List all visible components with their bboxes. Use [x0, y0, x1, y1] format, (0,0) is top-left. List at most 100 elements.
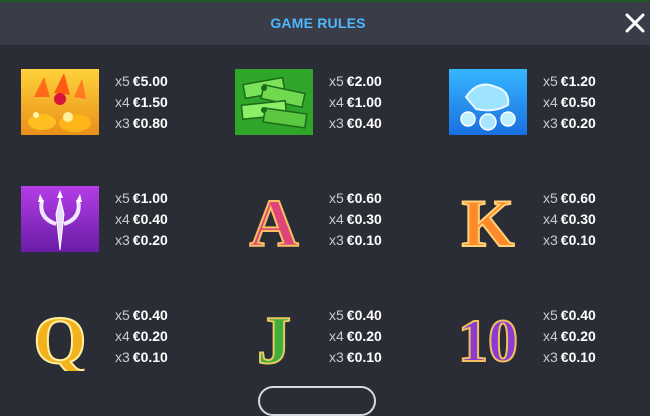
payout-value: €0.20	[132, 328, 168, 344]
payout-row: x4 €0.50	[543, 92, 596, 113]
close-button[interactable]	[622, 10, 648, 36]
payout-list: x5 €1.00 x4 €0.40 x3 €0.20	[115, 188, 168, 251]
letter-k-icon: K	[448, 184, 528, 254]
payout-row: x5 €2.00	[329, 71, 382, 92]
paytable-item-j: J x5 €0.40 x4 €0.20 x3 €0.10	[214, 279, 427, 379]
payout-row: x5 €0.60	[543, 188, 596, 209]
payout-row: x4 €0.30	[543, 209, 596, 230]
payout-row: x3 €0.20	[543, 113, 596, 134]
payout-list: x5 €0.60 x4 €0.30 x3 €0.10	[329, 188, 382, 251]
payout-value: €0.20	[132, 232, 168, 248]
payout-value: €0.40	[346, 115, 382, 131]
payout-value: €2.00	[346, 73, 382, 89]
payout-count: x4	[115, 94, 130, 110]
bottom-button[interactable]	[258, 386, 376, 416]
payout-value: €1.00	[346, 94, 382, 110]
payout-count: x5	[543, 190, 558, 206]
payout-row: x3 €0.10	[329, 347, 382, 368]
payout-count: x3	[115, 349, 130, 365]
payout-count: x3	[329, 349, 344, 365]
payout-count: x4	[115, 211, 130, 227]
symbol-letter: J	[257, 302, 291, 371]
payout-count: x4	[543, 211, 558, 227]
payout-count: x5	[115, 190, 130, 206]
payout-value: €1.50	[132, 94, 168, 110]
paytable-item-treasure: x5 €5.00 x4 €1.50 x3 €0.80	[0, 45, 213, 145]
payout-row: x3 €0.20	[115, 230, 168, 251]
paytable-item-q: Q x5 €0.40 x4 €0.20 x3 €0.10	[0, 279, 213, 379]
payout-row: x4 €0.20	[329, 326, 382, 347]
payout-row: x4 €1.00	[329, 92, 382, 113]
payout-value: €0.60	[560, 190, 596, 206]
paytable-item-ten: 10 x5 €0.40 x4 €0.20 x3 €0.10	[428, 279, 641, 379]
payout-row: x5 €0.40	[543, 305, 596, 326]
payout-value: €1.00	[132, 190, 168, 206]
cash-stack-icon	[234, 67, 314, 137]
payout-count: x3	[329, 232, 344, 248]
payout-count: x4	[115, 328, 130, 344]
payout-count: x5	[329, 73, 344, 89]
payout-list: x5 €0.40 x4 €0.20 x3 €0.10	[543, 305, 596, 368]
payout-value: €0.10	[346, 349, 382, 365]
symbol-letter: 10	[458, 308, 518, 371]
payout-value: €0.40	[346, 307, 382, 323]
payout-row: x5 €0.40	[329, 305, 382, 326]
payout-row: x3 €0.40	[329, 113, 382, 134]
paytable-grid: x5 €5.00 x4 €1.50 x3 €0.80 x5 €2.00 x4 €1.00 …	[0, 45, 650, 400]
payout-list: x5 €5.00 x4 €1.50 x3 €0.80	[115, 71, 168, 134]
blue-gems-icon	[448, 67, 528, 137]
payout-value: €0.10	[346, 232, 382, 248]
payout-count: x3	[115, 115, 130, 131]
letter-j-icon: J	[234, 301, 314, 371]
payout-count: x3	[329, 115, 344, 131]
payout-row: x3 €0.10	[329, 230, 382, 251]
payout-row: x3 €0.10	[115, 347, 168, 368]
payout-value: €0.30	[560, 211, 596, 227]
payout-row: x5 €5.00	[115, 71, 168, 92]
payout-row: x4 €0.20	[543, 326, 596, 347]
payout-value: €0.50	[560, 94, 596, 110]
payout-count: x4	[329, 328, 344, 344]
page-title: GAME RULES	[270, 15, 366, 31]
payout-row: x4 €1.50	[115, 92, 168, 113]
payout-value: €5.00	[132, 73, 168, 89]
payout-count: x5	[329, 190, 344, 206]
payout-value: €0.20	[560, 328, 596, 344]
payout-value: €0.10	[132, 349, 168, 365]
payout-count: x4	[543, 328, 558, 344]
payout-value: €0.20	[346, 328, 382, 344]
payout-row: x5 €0.40	[115, 305, 168, 326]
payout-list: x5 €0.60 x4 €0.30 x3 €0.10	[543, 188, 596, 251]
payout-list: x5 €0.40 x4 €0.20 x3 €0.10	[115, 305, 168, 368]
paytable-item-cash: x5 €2.00 x4 €1.00 x3 €0.40	[214, 45, 427, 145]
payout-count: x5	[115, 73, 130, 89]
gold-treasure-icon	[20, 67, 100, 137]
payout-row: x3 €0.80	[115, 113, 168, 134]
payout-row: x5 €0.60	[329, 188, 382, 209]
payout-row: x3 €0.10	[543, 230, 596, 251]
payout-count: x3	[543, 115, 558, 131]
payout-count: x4	[543, 94, 558, 110]
payout-value: €0.60	[346, 190, 382, 206]
payout-value: €0.80	[132, 115, 168, 131]
payout-count: x5	[543, 307, 558, 323]
paytable-item-gems: x5 €1.20 x4 €0.50 x3 €0.20	[428, 45, 641, 145]
header-bar: GAME RULES	[0, 2, 650, 45]
payout-count: x4	[329, 211, 344, 227]
payout-list: x5 €2.00 x4 €1.00 x3 €0.40	[329, 71, 382, 134]
payout-value: €0.10	[560, 232, 596, 248]
payout-count: x5	[543, 73, 558, 89]
payout-value: €0.10	[560, 349, 596, 365]
symbol-letter: A	[249, 185, 298, 254]
letter-q-icon: Q	[20, 301, 100, 371]
trident-icon	[20, 184, 100, 254]
payout-row: x4 €0.30	[329, 209, 382, 230]
symbol-letter: Q	[34, 302, 87, 371]
payout-row: x4 €0.40	[115, 209, 168, 230]
payout-row: x4 €0.20	[115, 326, 168, 347]
payout-value: €1.20	[560, 73, 596, 89]
payout-value: €0.40	[132, 211, 168, 227]
payout-list: x5 €0.40 x4 €0.20 x3 €0.10	[329, 305, 382, 368]
payout-value: €0.40	[560, 307, 596, 323]
payout-list: x5 €1.20 x4 €0.50 x3 €0.20	[543, 71, 596, 134]
